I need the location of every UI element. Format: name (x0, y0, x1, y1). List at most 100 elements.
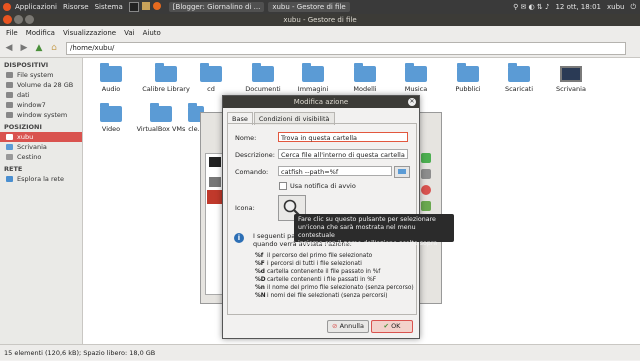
window-title: xubu - Gestore di file (283, 16, 357, 24)
startup-notify-row: Usa notifica di avvio (279, 182, 356, 190)
file-scrivania[interactable]: Scrivania (543, 66, 599, 93)
search-action-icon[interactable] (207, 190, 223, 204)
action-side-buttons (421, 153, 431, 211)
file-immagini[interactable]: Immagini (285, 63, 341, 93)
sidebar-item-dati[interactable]: dati (0, 90, 82, 100)
edit-action-icon[interactable] (421, 169, 431, 179)
info-icon: i (234, 233, 244, 243)
window-controls (3, 15, 34, 24)
menu-vai[interactable]: Vai (124, 29, 134, 37)
file-pubblici[interactable]: Pubblici (440, 63, 496, 93)
terminal-action-icon[interactable] (209, 157, 221, 167)
file-scaricati[interactable]: Scaricati (491, 63, 547, 93)
power-icon[interactable]: ⏻ (630, 3, 636, 12)
sidebar-item-file-system[interactable]: File system (0, 70, 82, 80)
close-icon[interactable]: ✕ (408, 98, 416, 106)
name-field[interactable]: Trova in questa cartella (278, 132, 408, 142)
command-field[interactable]: catfish --path=%f (278, 166, 392, 176)
menu-applicazioni[interactable]: Applicazioni (15, 3, 57, 11)
launcher-icons[interactable] (128, 2, 161, 12)
close-window-icon[interactable] (3, 15, 12, 24)
ubuntu-logo-icon[interactable] (3, 3, 11, 11)
folder-icon (150, 103, 172, 122)
browse-command-button[interactable] (394, 166, 410, 178)
files-launcher-icon[interactable] (141, 2, 150, 10)
icon-label: Icona: (235, 204, 255, 212)
window-titlebar: xubu - Gestore di file (0, 14, 640, 26)
tray-icons[interactable]: ⚲ ✉ ◐ ⇅ ♪ (513, 3, 549, 11)
home-icon[interactable]: ⌂ (48, 42, 60, 54)
tooltip-line-3: insieme con il nome dell'azione scelto s… (298, 240, 438, 247)
folder-icon (457, 63, 479, 82)
delete-action-icon[interactable] (421, 185, 431, 195)
printer-action-icon[interactable] (209, 177, 221, 187)
ok-button[interactable]: ✔ OK (371, 320, 413, 333)
startup-notify-checkbox[interactable] (279, 182, 287, 190)
sidebar-heading-devices: DISPOSITIVI (4, 61, 49, 69)
file-video[interactable]: Video (83, 103, 139, 133)
menu-risorse[interactable]: Risorse (63, 3, 89, 11)
status-bar: 15 elementi (120,6 kB); Spazio libero: 1… (0, 344, 640, 360)
sidebar-item-esplora-rete[interactable]: Esplora la rete (0, 174, 82, 184)
param-row: %Ni nomi dei file selezionati (senza per… (255, 293, 388, 299)
top-panel: Applicazioni Risorse Sistema [Blogger: G… (0, 0, 640, 14)
info-line-1: I seguenti par (253, 232, 298, 240)
location-text: /home/xubu/ (70, 43, 115, 52)
desktop-monitor-icon (560, 66, 582, 82)
sidebar-item-window7[interactable]: window7 (0, 100, 82, 110)
param-row: %Dcartelle contenenti i file passati in … (255, 277, 377, 283)
add-action-icon[interactable] (421, 153, 431, 163)
folder-icon (405, 63, 427, 82)
folder-icon (508, 63, 530, 82)
clock[interactable]: 12 ott, 18:01 (555, 3, 601, 11)
file-modelli[interactable]: Modelli (337, 63, 393, 93)
task-file-manager[interactable]: xubu - Gestore di file (268, 2, 350, 12)
sidebar-item-window-system[interactable]: window system (0, 110, 82, 120)
file-cd[interactable]: cd (183, 63, 239, 93)
dialog-title: Modifica azione (293, 98, 349, 106)
menu-sistema[interactable]: Sistema (95, 3, 123, 11)
parameter-list: %f il percorso del primo file selezionato… (255, 252, 414, 300)
menu-visualizzazione[interactable]: Visualizzazione (63, 29, 116, 37)
user-name[interactable]: xubu (607, 3, 624, 11)
network-icon (6, 176, 13, 182)
location-bar[interactable]: /home/xubu/ (66, 41, 626, 55)
sidebar-item-xubu[interactable]: xubu (0, 132, 82, 142)
sidebar-heading-network: RETE (4, 165, 23, 173)
file-documenti[interactable]: Documenti (235, 63, 291, 93)
trash-icon (6, 154, 13, 160)
menu-file[interactable]: File (6, 29, 18, 37)
move-up-icon[interactable] (421, 201, 431, 211)
task-blogger[interactable]: [Blogger: Giornalino di ... (168, 2, 265, 12)
ok-icon: ✔ (383, 322, 389, 330)
toolbar: ◀ ▶ ▲ ⌂ /home/xubu/ (0, 39, 640, 58)
folder-icon (252, 63, 274, 82)
up-icon[interactable]: ▲ (33, 42, 45, 54)
param-row: %n il nome del primo file selezionato (se… (255, 285, 414, 291)
firefox-launcher-icon[interactable] (152, 2, 161, 10)
startup-notify-label: Usa notifica di avvio (290, 182, 356, 190)
menu-modifica[interactable]: Modifica (26, 29, 55, 37)
file-audio[interactable]: Audio (83, 63, 139, 93)
forward-icon[interactable]: ▶ (18, 42, 30, 54)
folder-icon (100, 103, 122, 122)
menu-aiuto[interactable]: Aiuto (143, 29, 161, 37)
sidebar-item-cestino[interactable]: Cestino (0, 152, 82, 162)
sidebar: DISPOSITIVI File system Volume da 28 GB … (0, 58, 83, 344)
cancel-button[interactable]: ⊘ Annulla (327, 320, 369, 333)
sidebar-item-volume[interactable]: Volume da 28 GB (0, 80, 82, 90)
minimize-window-icon[interactable] (14, 15, 23, 24)
dialog-titlebar: Modifica azione (223, 96, 419, 108)
maximize-window-icon[interactable] (25, 15, 34, 24)
folder-icon (302, 63, 324, 82)
param-row: %f il percorso del primo file selezionato (255, 253, 373, 259)
file-musica[interactable]: Musica (388, 63, 444, 93)
description-field[interactable]: Cerca file all'interno di questa cartell… (278, 149, 408, 159)
tooltip-line-1: Fare clic su questo pulsante per selezio… (298, 216, 436, 223)
terminal-launcher-icon[interactable] (128, 2, 139, 12)
folder-icon (155, 63, 177, 82)
home-folder-icon (6, 134, 13, 140)
sidebar-item-scrivania[interactable]: Scrivania (0, 142, 82, 152)
drive-icon (6, 102, 13, 108)
back-icon[interactable]: ◀ (3, 42, 15, 54)
